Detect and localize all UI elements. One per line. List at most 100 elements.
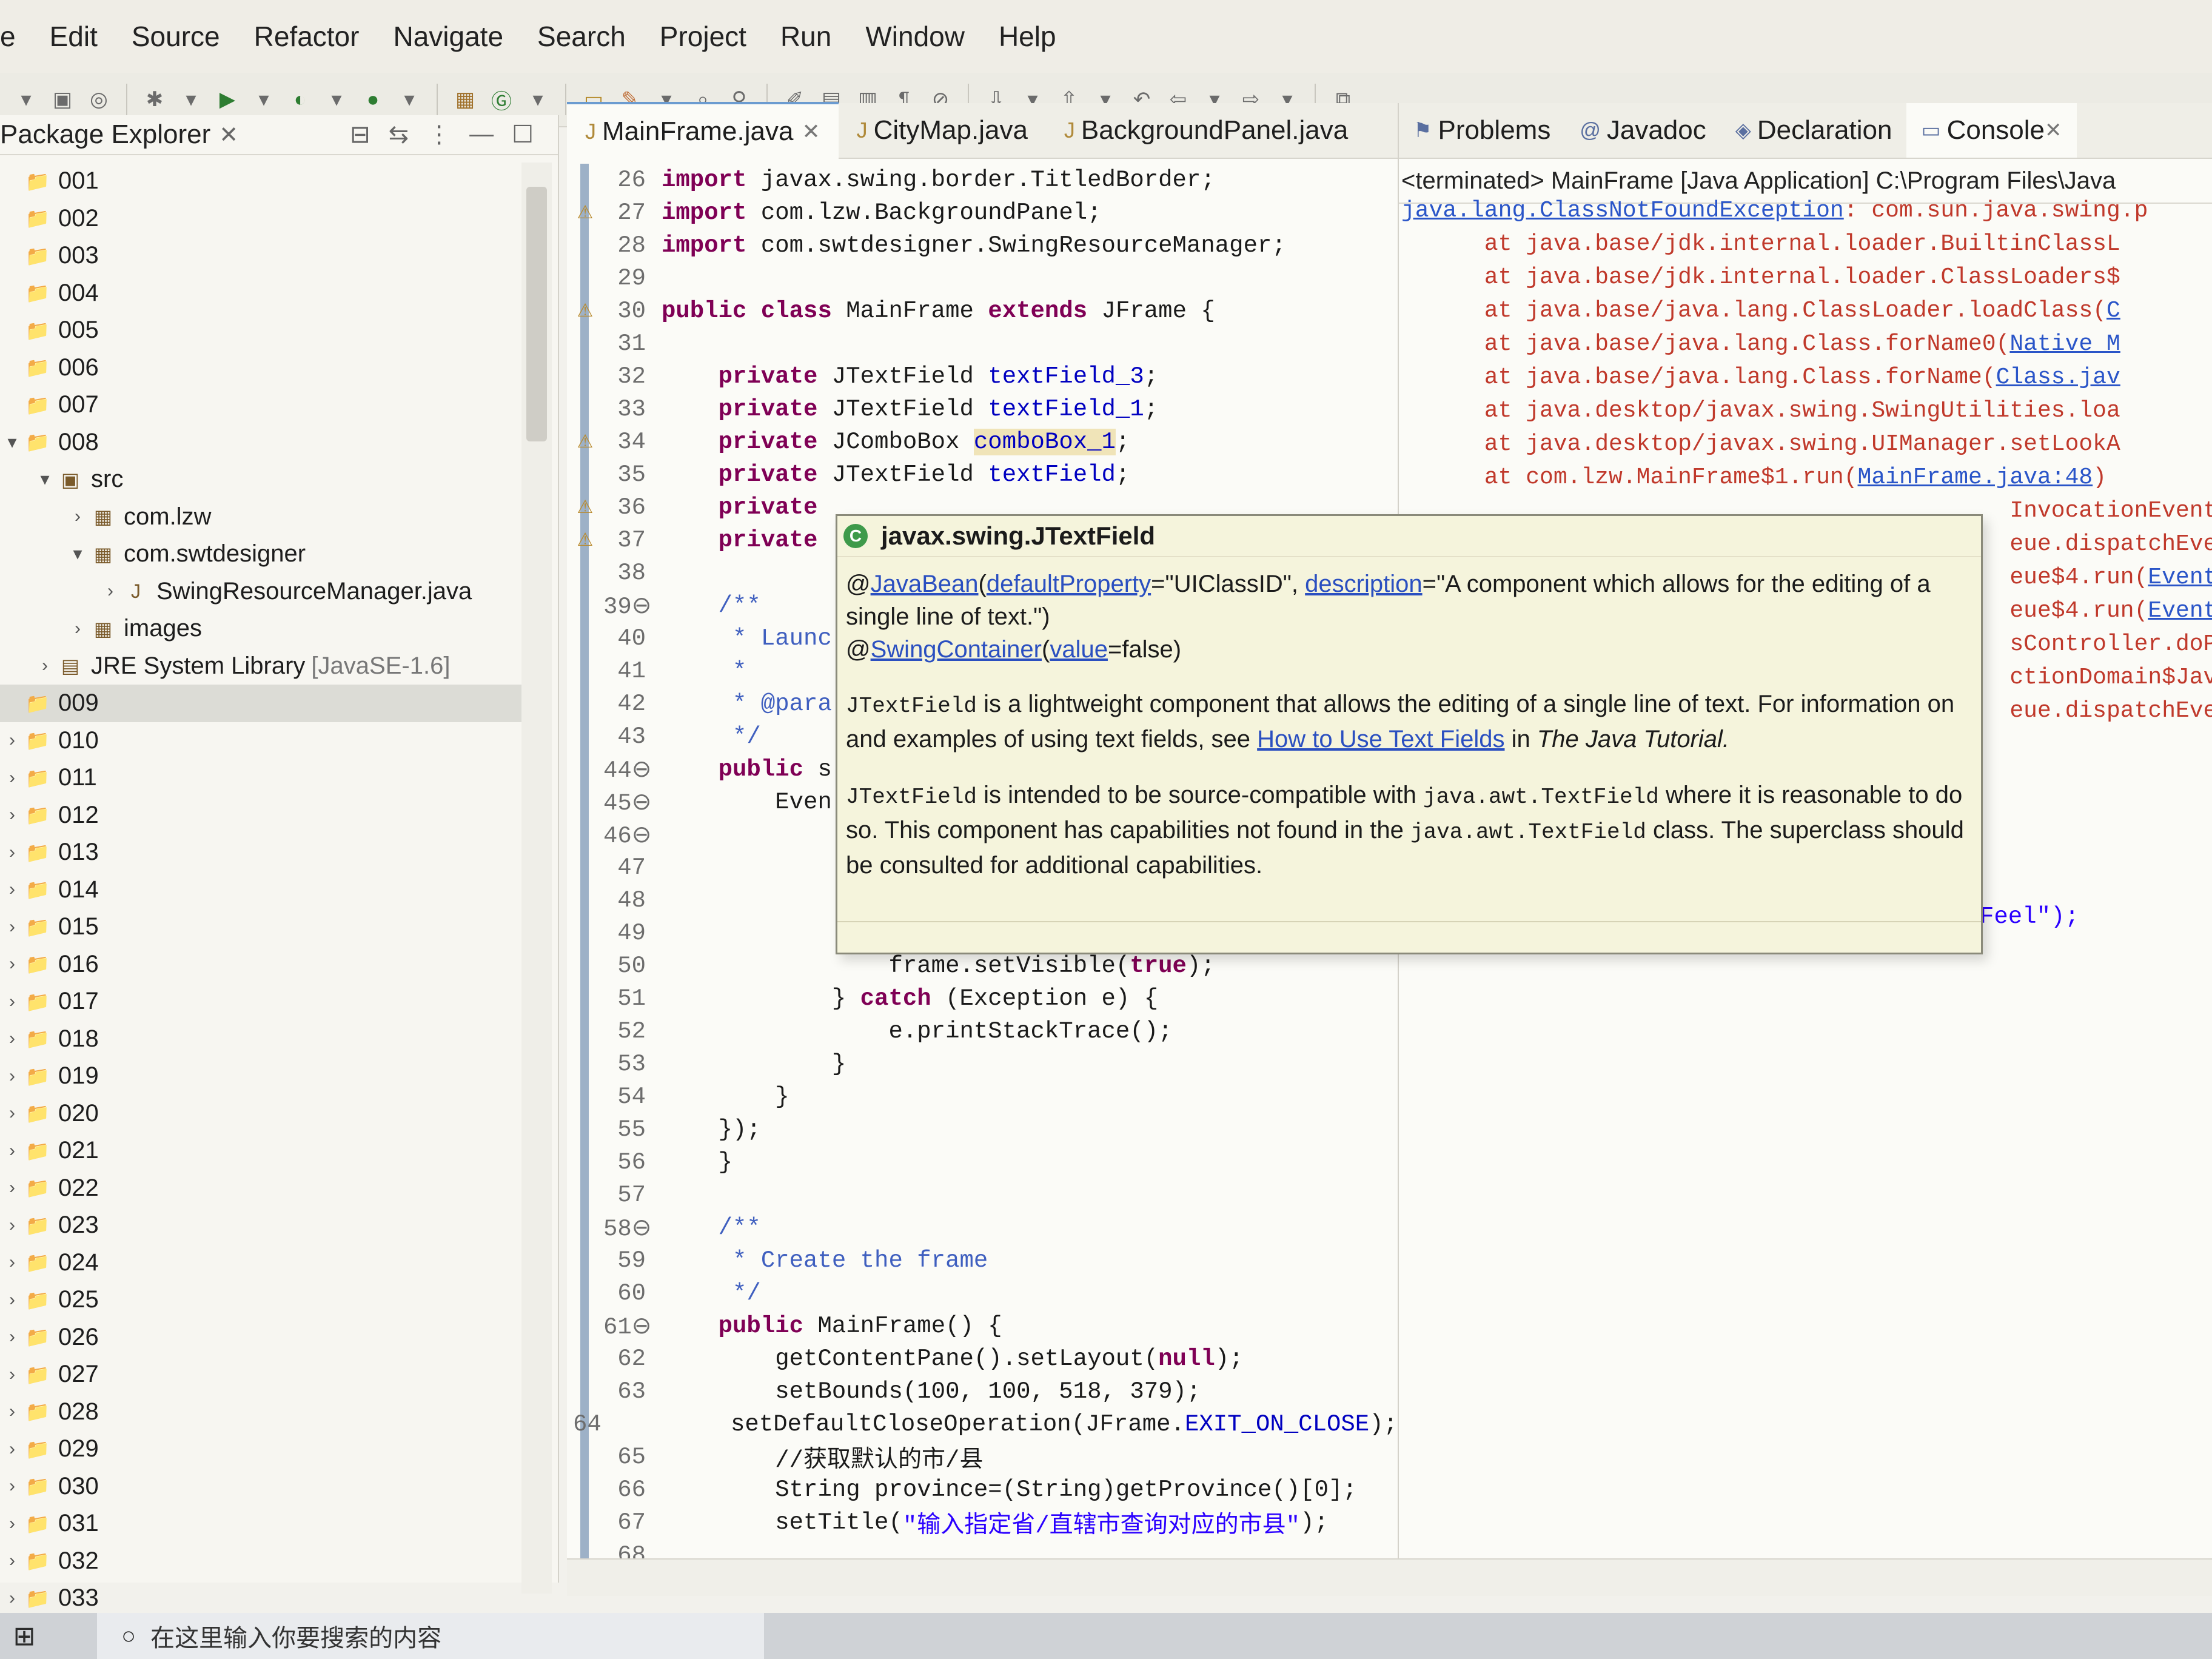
- view-tab-console[interactable]: ▭ Console ✕: [1906, 103, 2077, 158]
- warning-marker-icon[interactable]: ⚠: [567, 431, 603, 454]
- code-line[interactable]: ⚠ 30 public class MainFrame extends JFrame…: [567, 295, 1398, 327]
- expand-toggle-icon[interactable]: ›: [33, 655, 57, 676]
- editor-tab[interactable]: J MainFrame.java ✕: [567, 102, 839, 159]
- tree-item[interactable]: 📁 002: [0, 200, 521, 238]
- expand-toggle-icon[interactable]: ›: [0, 1066, 24, 1087]
- console-link[interactable]: Class.jav: [1996, 364, 2120, 390]
- expand-toggle-icon[interactable]: ›: [0, 954, 24, 974]
- editor-tab[interactable]: J BackgroundPanel.java: [1046, 103, 1366, 158]
- tree-item[interactable]: › 📁 031: [0, 1505, 521, 1543]
- tree-item[interactable]: › 📁 019: [0, 1057, 521, 1095]
- dropdown-icon[interactable]: ▾: [12, 85, 40, 113]
- tree-item[interactable]: › 📁 033: [0, 1580, 521, 1617]
- tree-item[interactable]: › 📁 030: [0, 1468, 521, 1506]
- value-link[interactable]: value: [1050, 636, 1108, 663]
- tree-item[interactable]: › 📁 028: [0, 1393, 521, 1431]
- tree-item[interactable]: › 📁 012: [0, 797, 521, 834]
- link-with-editor-icon[interactable]: ⇆: [389, 121, 409, 149]
- tree-item[interactable]: ▾ 📁 008: [0, 424, 521, 461]
- code-line[interactable]: 33 private JTextField textField_1;: [567, 393, 1398, 426]
- view-menu-icon[interactable]: ⋮: [427, 121, 451, 149]
- new-package-icon[interactable]: ▦: [451, 85, 479, 113]
- menu-search[interactable]: Search: [520, 20, 643, 53]
- expand-toggle-icon[interactable]: ›: [0, 1476, 24, 1496]
- minimize-icon[interactable]: —: [469, 121, 494, 149]
- javabean-link[interactable]: JavaBean: [871, 571, 979, 597]
- expand-toggle-icon[interactable]: ›: [0, 991, 24, 1012]
- tree-item[interactable]: › 📁 021: [0, 1132, 521, 1170]
- view-tab-javadoc[interactable]: @ Javadoc: [1565, 103, 1720, 158]
- view-tab-declaration[interactable]: ◈ Declaration: [1721, 103, 1907, 158]
- expand-toggle-icon[interactable]: ▾: [65, 543, 90, 565]
- tree-item[interactable]: › 📁 023: [0, 1207, 521, 1244]
- code-line[interactable]: 50 frame.setVisible(true);: [567, 950, 1398, 982]
- code-line[interactable]: 29: [567, 262, 1398, 295]
- console-link[interactable]: Event: [2148, 565, 2212, 591]
- tree-item[interactable]: ▾ ▣ src: [0, 461, 521, 498]
- maximize-icon[interactable]: ☐: [512, 121, 534, 149]
- tree-item[interactable]: 📁 003: [0, 237, 521, 275]
- tree-item[interactable]: 📁 004: [0, 275, 521, 312]
- tree-item[interactable]: 📁 006: [0, 349, 521, 387]
- code-line[interactable]: 51 } catch (Exception e) {: [567, 982, 1398, 1015]
- console-link[interactable]: java.lang.ClassNotFoundException: [1401, 198, 1844, 224]
- console-link[interactable]: C: [2106, 298, 2120, 324]
- code-line[interactable]: 66 String province=(String)getProvince()…: [567, 1473, 1398, 1506]
- tree-item[interactable]: › ▤ JRE System Library [JavaSE-1.6]: [0, 648, 521, 685]
- tree-item[interactable]: › 📁 018: [0, 1021, 521, 1058]
- code-line[interactable]: 26 import javax.swing.border.TitledBorder…: [567, 164, 1398, 196]
- tree-item[interactable]: › 📁 014: [0, 871, 521, 909]
- menu-run[interactable]: Run: [763, 20, 848, 53]
- menu-cutoff[interactable]: e: [0, 20, 33, 53]
- tree-item[interactable]: 📁 001: [0, 163, 521, 200]
- tree-item[interactable]: › J SwingResourceManager.java: [0, 573, 521, 611]
- external-tools-icon[interactable]: ●: [359, 85, 387, 113]
- swingcontainer-link[interactable]: SwingContainer: [871, 636, 1042, 663]
- expand-toggle-icon[interactable]: ›: [0, 842, 24, 863]
- code-line[interactable]: ⚠ 34 private JComboBox comboBox_1;: [567, 426, 1398, 458]
- expand-toggle-icon[interactable]: ›: [0, 1588, 24, 1609]
- expand-toggle-icon[interactable]: ›: [0, 768, 24, 788]
- close-icon[interactable]: ✕: [219, 121, 238, 149]
- save-icon[interactable]: ▣: [49, 85, 76, 113]
- menu-help[interactable]: Help: [982, 20, 1073, 53]
- code-line[interactable]: 28 import com.swtdesigner.SwingResourceMa…: [567, 229, 1398, 262]
- code-line[interactable]: 31: [567, 327, 1398, 360]
- tree-item[interactable]: 📁 009: [0, 685, 521, 722]
- tree-item[interactable]: › ▦ images: [0, 610, 521, 648]
- tree-item[interactable]: › 📁 010: [0, 722, 521, 760]
- warning-marker-icon[interactable]: ⚠: [567, 529, 603, 552]
- collapse-all-icon[interactable]: ⊟: [350, 121, 370, 149]
- expand-toggle-icon[interactable]: ›: [0, 917, 24, 937]
- tutorial-link[interactable]: How to Use Text Fields: [1257, 726, 1504, 752]
- expand-toggle-icon[interactable]: ›: [0, 879, 24, 900]
- warning-marker-icon[interactable]: ⚠: [567, 202, 603, 224]
- coverage-icon[interactable]: ◐: [286, 85, 314, 113]
- code-line[interactable]: 55 });: [567, 1113, 1398, 1146]
- menu-window[interactable]: Window: [848, 20, 982, 53]
- tree-item[interactable]: › 📁 027: [0, 1356, 521, 1393]
- tree-scrollbar[interactable]: [521, 163, 552, 1594]
- warning-marker-icon[interactable]: ⚠: [567, 497, 603, 519]
- editor-horizontal-scrollbar[interactable]: [567, 1558, 2212, 1596]
- code-line[interactable]: 59 * Create the frame: [567, 1244, 1398, 1277]
- run-icon[interactable]: ▶: [213, 85, 241, 113]
- tree-item[interactable]: › 📁 032: [0, 1543, 521, 1580]
- expand-toggle-icon[interactable]: ›: [0, 1103, 24, 1124]
- taskbar-search[interactable]: ○ 在这里输入你要搜索的内容: [97, 1613, 764, 1659]
- code-line[interactable]: 63 setBounds(100, 100, 518, 379);: [567, 1375, 1398, 1408]
- save-all-icon[interactable]: ◎: [85, 85, 113, 113]
- dropdown-icon[interactable]: ▾: [395, 85, 423, 113]
- code-line[interactable]: 65 //获取默认的市/县: [567, 1441, 1398, 1474]
- package-explorer-title[interactable]: Package Explorer: [0, 119, 210, 150]
- editor-tab[interactable]: J CityMap.java: [839, 103, 1046, 158]
- dropdown-icon[interactable]: ▾: [323, 85, 350, 113]
- code-line[interactable]: ⚠ 27 import com.lzw.BackgroundPanel;: [567, 196, 1398, 229]
- code-line[interactable]: 53 }: [567, 1048, 1398, 1081]
- code-line[interactable]: 52 e.printStackTrace();: [567, 1015, 1398, 1048]
- code-line[interactable]: 62 getContentPane().setLayout(null);: [567, 1342, 1398, 1375]
- expand-toggle-icon[interactable]: ›: [0, 805, 24, 825]
- expand-toggle-icon[interactable]: ▾: [33, 469, 57, 490]
- tree-item[interactable]: › 📁 016: [0, 946, 521, 984]
- tree-item[interactable]: 📁 005: [0, 312, 521, 349]
